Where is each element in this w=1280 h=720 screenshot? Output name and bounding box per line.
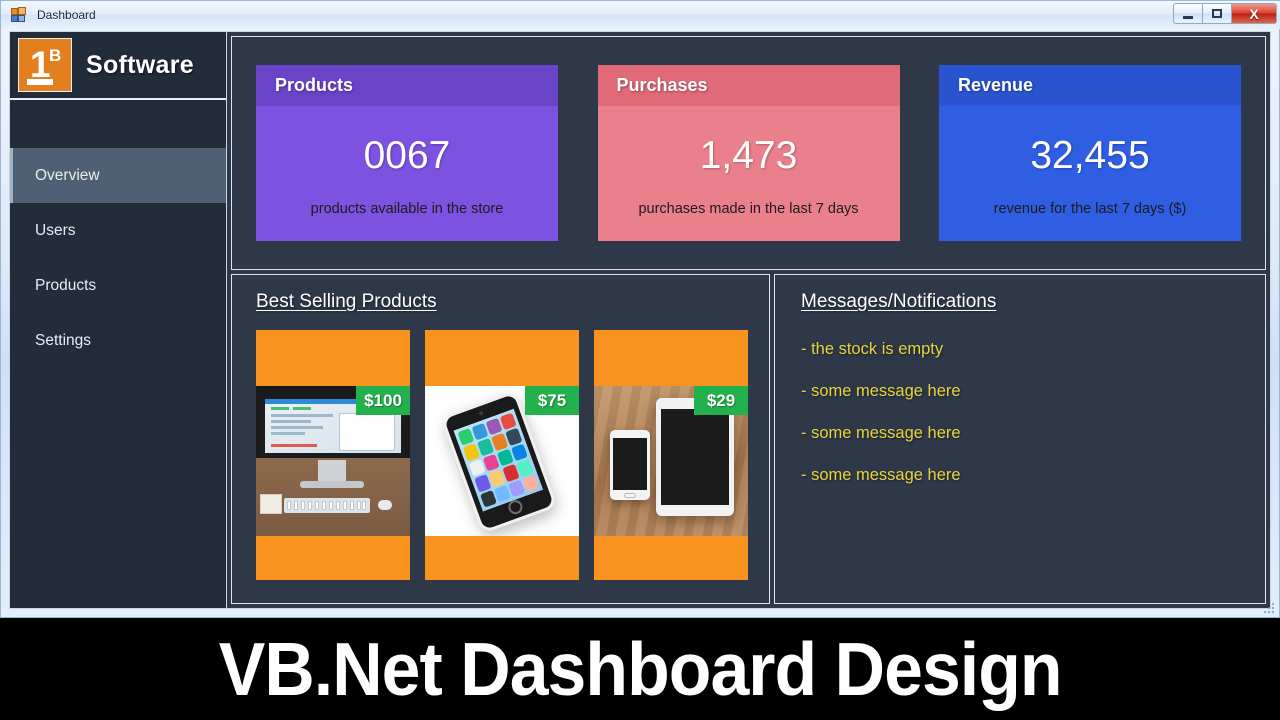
close-button[interactable]: X xyxy=(1231,3,1277,24)
close-icon: X xyxy=(1249,5,1259,22)
sidebar-item-overview[interactable]: Overview xyxy=(10,148,226,203)
main-content: Products 0067 products available in the … xyxy=(227,32,1270,608)
minimize-icon xyxy=(1183,15,1193,19)
company-logo-icon: 1 B xyxy=(18,38,72,92)
messages-panel: Messages/Notifications - the stock is em… xyxy=(774,274,1266,604)
product-tile[interactable]: $75 xyxy=(425,330,579,580)
logo-digit: 1 xyxy=(30,44,51,85)
sidebar-item-label: Overview xyxy=(35,166,100,184)
application-window: Dashboard X 1 B Software Overview Users … xyxy=(0,0,1280,618)
message-item[interactable]: - the stock is empty xyxy=(801,340,1265,359)
brand-name: Software xyxy=(86,50,194,79)
stat-card-caption: purchases made in the last 7 days xyxy=(638,201,859,217)
video-title-banner: VB.Net Dashboard Design xyxy=(0,618,1280,720)
stat-card-body: 1,473 purchases made in the last 7 days xyxy=(597,106,900,241)
sidebar-item-label: Settings xyxy=(35,331,92,349)
sidebar-item-settings[interactable]: Settings xyxy=(10,313,226,368)
best-selling-title: Best Selling Products xyxy=(256,291,437,312)
stats-panel: Products 0067 products available in the … xyxy=(231,36,1266,270)
stat-card-value: 1,473 xyxy=(699,134,798,177)
minimize-button[interactable] xyxy=(1173,3,1202,24)
sidebar-item-label: Users xyxy=(35,221,76,239)
window-title: Dashboard xyxy=(37,8,96,22)
stat-card-caption: revenue for the last 7 days ($) xyxy=(993,201,1187,217)
sidebar-item-label: Products xyxy=(35,276,97,294)
brand-header: 1 B Software xyxy=(10,32,226,100)
messages-title: Messages/Notifications xyxy=(801,291,997,312)
sidebar: 1 B Software Overview Users Products Set… xyxy=(10,32,227,608)
product-tiles: $100 $75 $29 xyxy=(256,330,769,580)
stat-card-purchases[interactable]: Purchases 1,473 purchases made in the la… xyxy=(597,65,900,241)
title-bar[interactable]: Dashboard X xyxy=(1,1,1280,29)
stat-card-revenue[interactable]: Revenue 32,455 revenue for the last 7 da… xyxy=(939,65,1241,241)
sidebar-item-products[interactable]: Products xyxy=(10,258,226,313)
stat-card-header: Products xyxy=(256,65,558,106)
product-tile[interactable]: $29 xyxy=(594,330,748,580)
stat-card-title: Products xyxy=(275,75,354,95)
maximize-icon xyxy=(1212,9,1222,18)
stat-card-body: 0067 products available in the store xyxy=(256,106,558,241)
banner-text: VB.Net Dashboard Design xyxy=(218,627,1063,711)
stat-card-value: 0067 xyxy=(363,134,451,177)
sidebar-nav: Overview Users Products Settings xyxy=(10,148,226,368)
product-price-badge: $29 xyxy=(694,386,748,415)
sidebar-item-users[interactable]: Users xyxy=(10,203,226,258)
message-item[interactable]: - some message here xyxy=(801,424,1265,443)
resize-grip[interactable] xyxy=(1262,601,1276,615)
best-selling-panel: Best Selling Products $100 $75 $29 xyxy=(231,274,770,604)
stat-card-header: Purchases xyxy=(597,65,900,106)
messages-list: - the stock is empty - some message here… xyxy=(801,340,1265,485)
logo-superscript: B xyxy=(49,46,62,65)
logo-base-bar xyxy=(27,79,53,85)
product-price-badge: $100 xyxy=(356,386,410,415)
stat-card-title: Purchases xyxy=(616,75,708,95)
product-price-badge: $75 xyxy=(525,386,579,415)
vb-form-icon xyxy=(11,7,27,23)
message-item[interactable]: - some message here xyxy=(801,382,1265,401)
product-tile[interactable]: $100 xyxy=(256,330,410,580)
stat-card-products[interactable]: Products 0067 products available in the … xyxy=(256,65,558,241)
message-item[interactable]: - some message here xyxy=(801,466,1265,485)
stat-card-header: Revenue xyxy=(939,65,1241,106)
stat-card-value: 32,455 xyxy=(1030,134,1150,177)
bottom-row: Best Selling Products $100 $75 $29 Messa… xyxy=(231,274,1266,604)
dashboard-client-area: 1 B Software Overview Users Products Set… xyxy=(9,31,1271,609)
stat-card-body: 32,455 revenue for the last 7 days ($) xyxy=(939,106,1241,241)
stat-card-title: Revenue xyxy=(958,75,1034,95)
maximize-button[interactable] xyxy=(1202,3,1231,24)
stat-card-caption: products available in the store xyxy=(310,201,504,217)
window-controls: X xyxy=(1173,3,1277,24)
